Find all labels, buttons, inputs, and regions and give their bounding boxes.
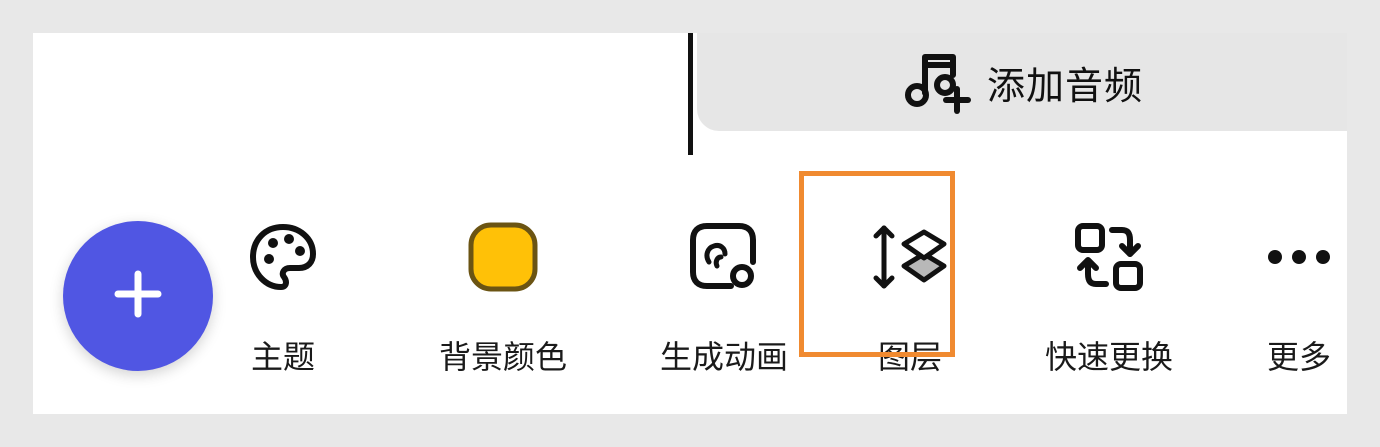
editor-panel: 添加音频 主题 背景颜色 生成动画 图层 快速更换 更多 [33,33,1347,414]
toolbar-item-layers[interactable]: 图层 [858,218,962,378]
add-audio-button[interactable]: 添加音频 [697,33,1347,131]
toolbar-item-background-color[interactable]: 背景颜色 [432,218,574,378]
toolbar-label-layers: 图层 [877,338,942,376]
toolbar-label-more: 更多 [1266,338,1331,376]
add-audio-label: 添加音频 [986,63,1143,108]
toolbar-label-background-color: 背景颜色 [438,338,567,376]
toolbar-item-more[interactable]: 更多 [1259,218,1339,378]
layers-icon [870,218,950,296]
add-fab-button[interactable] [63,221,213,371]
timeline-cursor[interactable] [688,33,693,155]
music-note-add-icon [901,45,971,119]
toolbar-item-generate-animation[interactable]: 生成动画 [653,218,795,378]
plus-icon [113,269,163,323]
toolbar-label-generate-animation: 生成动画 [659,338,788,376]
palette-icon [247,218,319,296]
more-dots-icon [1265,218,1333,296]
toolbar-item-theme[interactable]: 主题 [243,218,323,378]
toolbar-label-quick-replace: 快速更换 [1044,338,1173,376]
toolbar-label-theme: 主题 [250,338,315,376]
color-swatch-icon [466,218,540,296]
swap-icon [1072,218,1146,296]
toolbar-item-quick-replace[interactable]: 快速更换 [1038,218,1180,378]
animation-icon [687,218,761,296]
